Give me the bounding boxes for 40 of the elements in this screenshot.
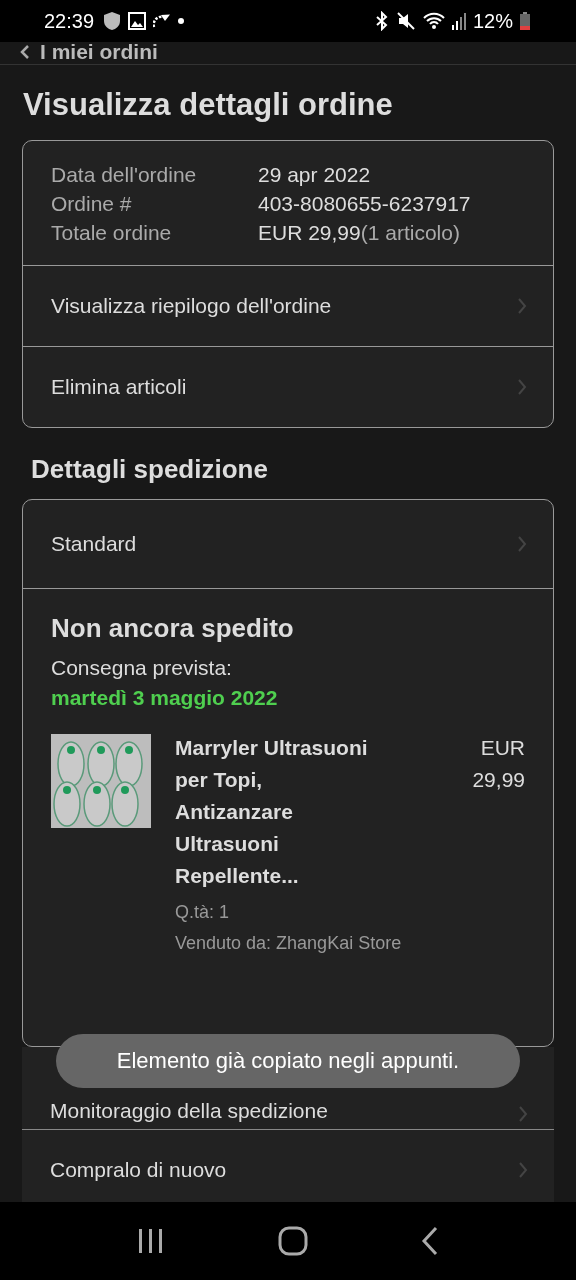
field-value: 403-8080655-6237917	[258, 192, 472, 216]
dot-icon	[178, 18, 185, 24]
price: EUR 29,99	[471, 735, 525, 793]
shipping-status: Non ancora spedito	[51, 613, 295, 644]
image-icon	[128, 12, 147, 30]
clock: 22:39	[44, 9, 95, 33]
wifi-icon	[422, 12, 445, 30]
chevron-icon	[518, 1105, 528, 1123]
list-item[interactable]: Visualizza riepilogo dell'ordine	[23, 265, 553, 346]
quantity: Q.tà: 1	[175, 902, 231, 923]
back-icon[interactable]	[421, 1226, 440, 1256]
field-value: 29 apr 2022	[258, 163, 372, 187]
field-label: Ordine #	[51, 192, 133, 216]
page-title: Visualizza dettagli ordine	[23, 87, 394, 123]
bluetooth-icon	[374, 11, 389, 31]
chevron-icon	[517, 297, 527, 315]
home-icon[interactable]	[278, 1226, 308, 1256]
shield-icon	[103, 11, 122, 31]
field-value: EUR 29,99(1 articolo)	[258, 221, 461, 245]
battery-level: 12%	[472, 9, 513, 33]
back-link[interactable]: I miei ordini	[20, 42, 158, 64]
battery-icon	[520, 12, 530, 30]
toast: Elemento già copiato negli appunti.	[56, 1034, 520, 1088]
delivery-label: Consegna prevista:	[51, 656, 233, 680]
product-name[interactable]: Marryler Ultrasuoni per Topi, Antizanzare Ultrasuoni Repellente...	[175, 732, 375, 892]
chevron-icon	[20, 45, 30, 59]
list-item[interactable]: Elimina articoli	[23, 346, 553, 427]
field-label: Totale ordine	[51, 221, 173, 245]
chevron-icon	[517, 535, 527, 553]
chevron-icon	[518, 1161, 528, 1179]
field-label: Data dell'ordine	[51, 163, 198, 187]
delivery-date: martedì 3 maggio 2022	[51, 686, 279, 710]
seller: Venduto da: ZhangKai Store	[175, 933, 403, 954]
mute-icon	[395, 11, 416, 31]
chevron-icon	[517, 378, 527, 396]
list-item[interactable]: Standard	[23, 500, 553, 588]
sync-icon	[153, 14, 172, 28]
recents-icon[interactable]	[136, 1228, 165, 1254]
section-title: Dettagli spedizione	[31, 454, 269, 485]
signal-icon	[451, 12, 466, 30]
